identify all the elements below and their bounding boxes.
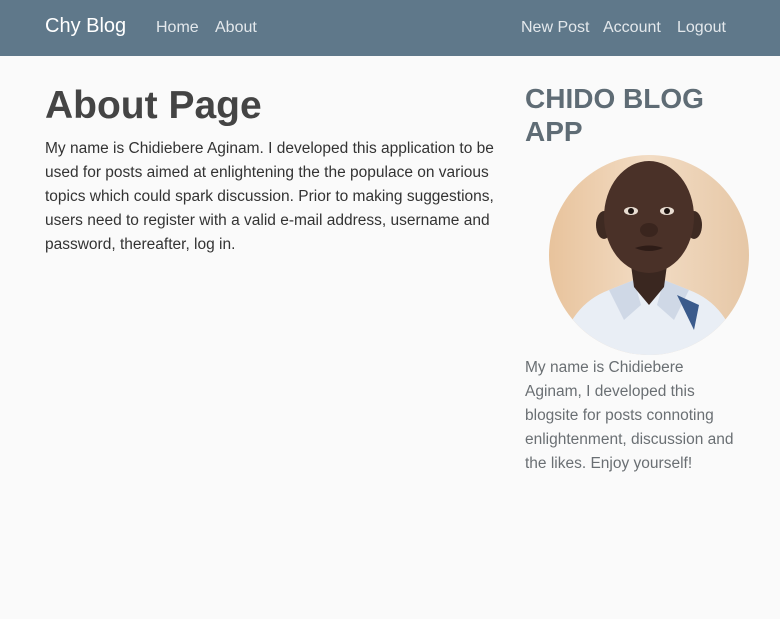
- page-description: My name is Chidiebere Aginam. I develope…: [45, 140, 494, 253]
- top-navbar: Chy Blog Home About New Post Account Log…: [0, 0, 780, 56]
- profile-avatar: [549, 155, 749, 355]
- nav-about-link[interactable]: About: [215, 19, 257, 37]
- sidebar-description: My name is Chidiebere Aginam, I develope…: [525, 359, 734, 472]
- nav-account-link[interactable]: Account: [603, 19, 661, 37]
- page-title: About Page: [45, 84, 262, 127]
- nav-home-link[interactable]: Home: [156, 19, 199, 37]
- nav-logout-link[interactable]: Logout: [677, 19, 726, 37]
- sidebar-title: CHIDO BLOG APP: [525, 83, 704, 147]
- brand-link[interactable]: Chy Blog: [45, 15, 126, 38]
- profile-photo-icon: [549, 155, 749, 355]
- nav-new-post-link[interactable]: New Post: [521, 19, 589, 37]
